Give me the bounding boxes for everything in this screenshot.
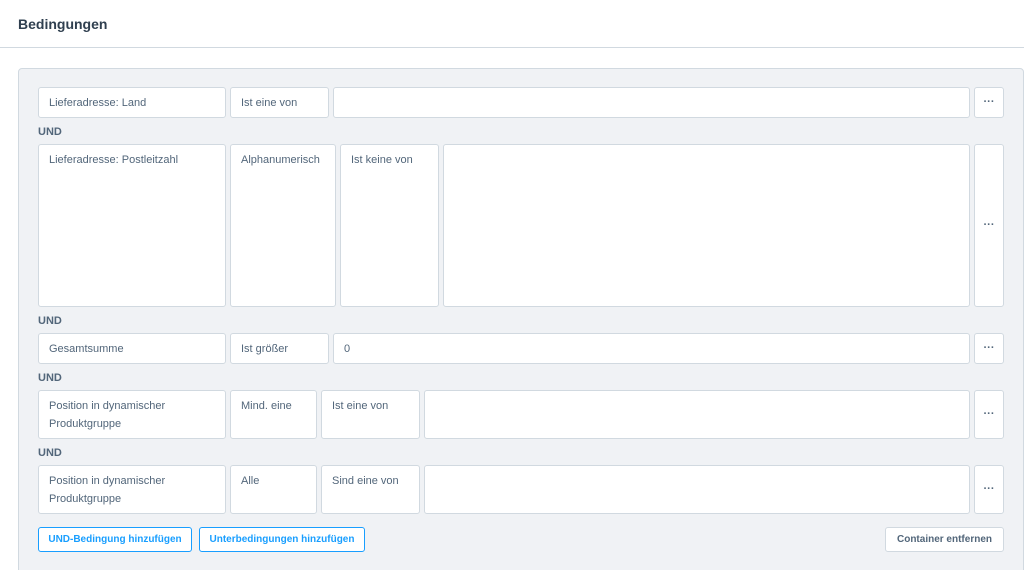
more-options-button[interactable]: ···: [974, 465, 1004, 514]
add-and-condition-button[interactable]: UND-Bedingung hinzufügen: [38, 527, 192, 552]
condition-operator-label: Ist größer: [241, 343, 289, 355]
page-header: Bedingungen: [0, 0, 1024, 48]
more-options-button[interactable]: ···: [974, 333, 1004, 364]
condition-quantifier-select[interactable]: Mind. eine: [230, 390, 317, 439]
condition-field-label: Gesamtsumme: [49, 343, 124, 355]
condition-type-select[interactable]: Alphanumerisch: [230, 144, 336, 307]
ellipsis-icon: ···: [983, 219, 995, 231]
more-options-button[interactable]: ···: [974, 390, 1004, 439]
condition-field-label: Position in dynamischer Produktgruppe: [49, 400, 166, 430]
condition-value-input[interactable]: [333, 87, 970, 118]
condition-value-input[interactable]: 0: [333, 333, 970, 364]
condition-operator-select[interactable]: Sind eine von: [321, 465, 420, 514]
condition-operator-label: Ist eine von: [241, 97, 298, 109]
condition-field-select[interactable]: Lieferadresse: Postleitzahl: [38, 144, 226, 307]
condition-field-label: Lieferadresse: Postleitzahl: [49, 154, 179, 166]
more-options-button[interactable]: ···: [974, 144, 1004, 307]
condition-operator-select[interactable]: Ist größer: [230, 333, 329, 364]
condition-field-select[interactable]: Lieferadresse: Land: [38, 87, 226, 118]
ellipsis-icon: ···: [983, 96, 995, 108]
condition-value-textarea[interactable]: [443, 144, 970, 307]
remove-container-button[interactable]: Container entfernen: [885, 527, 1004, 552]
and-connector: UND: [38, 126, 62, 138]
condition-type-label: Alphanumerisch: [241, 154, 320, 166]
page-title: Bedingungen: [18, 16, 108, 32]
condition-field-label: Position in dynamischer Produktgruppe: [49, 475, 166, 505]
condition-quantifier-label: Mind. eine: [241, 400, 292, 412]
condition-operator-label: Ist keine von: [351, 154, 413, 166]
and-connector: UND: [38, 372, 62, 384]
ellipsis-icon: ···: [983, 342, 995, 354]
condition-quantifier-select[interactable]: Alle: [230, 465, 317, 514]
condition-value-text: 0: [344, 343, 351, 355]
condition-operator-select[interactable]: Ist eine von: [321, 390, 420, 439]
condition-value-input[interactable]: [424, 390, 970, 439]
add-subconditions-button[interactable]: Unterbedingungen hinzufügen: [199, 527, 365, 552]
more-options-button[interactable]: ···: [974, 87, 1004, 118]
condition-field-select[interactable]: Gesamtsumme: [38, 333, 226, 364]
condition-operator-select[interactable]: Ist keine von: [340, 144, 439, 307]
condition-field-select[interactable]: Position in dynamischer Produktgruppe: [38, 465, 226, 514]
condition-field-label: Lieferadresse: Land: [49, 97, 147, 109]
condition-value-input[interactable]: [424, 465, 970, 514]
condition-quantifier-label: Alle: [241, 475, 260, 487]
ellipsis-icon: ···: [983, 408, 995, 420]
condition-operator-label: Ist eine von: [332, 400, 389, 412]
and-connector: UND: [38, 315, 62, 327]
and-connector: UND: [38, 447, 62, 459]
condition-field-select[interactable]: Position in dynamischer Produktgruppe: [38, 390, 226, 439]
ellipsis-icon: ···: [983, 483, 995, 495]
condition-operator-select[interactable]: Ist eine von: [230, 87, 329, 118]
condition-operator-label: Sind eine von: [332, 475, 399, 487]
